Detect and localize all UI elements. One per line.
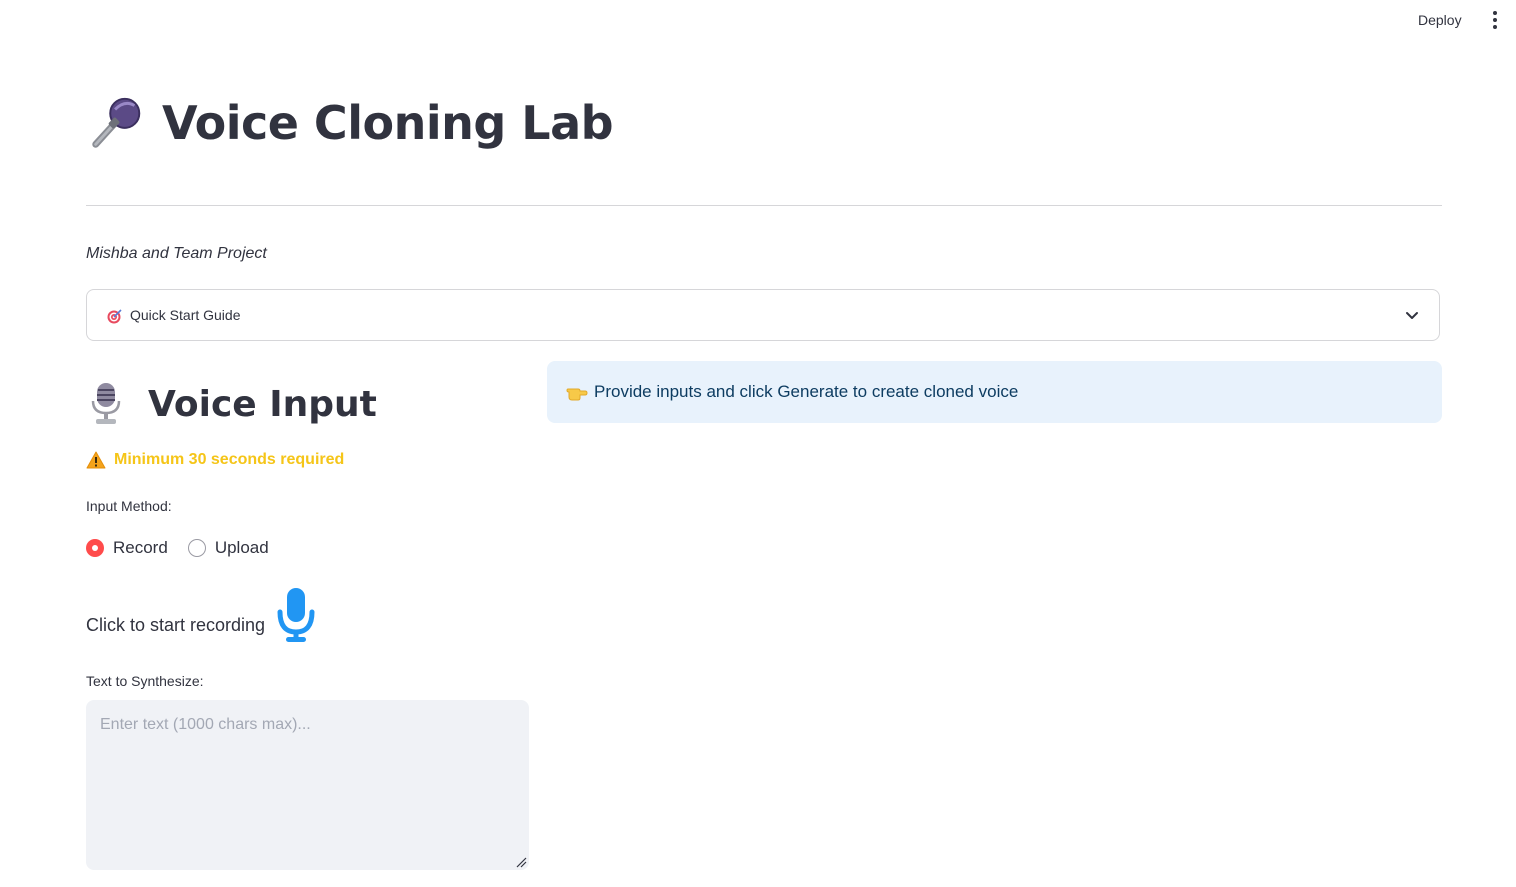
microphone-record-icon[interactable] (275, 586, 317, 644)
warning-icon (86, 451, 106, 469)
more-vertical-icon[interactable] (1486, 9, 1504, 31)
text-synthesize-input[interactable] (86, 700, 529, 870)
resize-handle-icon[interactable] (515, 856, 527, 868)
quick-start-expander[interactable]: Quick Start Guide (86, 289, 1440, 341)
pointing-hand-icon (566, 388, 588, 401)
top-bar: Deploy (0, 0, 1516, 40)
expander-label: Quick Start Guide (130, 307, 241, 323)
studio-microphone-icon (91, 383, 121, 424)
project-subtitle: Mishba and Team Project (86, 245, 267, 262)
radio-record-indicator[interactable] (86, 539, 104, 557)
radio-record[interactable]: Record (86, 538, 168, 558)
radio-record-label: Record (113, 538, 168, 557)
divider (86, 205, 1442, 206)
voice-input-header: Voice Input (86, 379, 377, 429)
input-method-radio-group: Record Upload (86, 536, 289, 560)
radio-upload-label: Upload (214, 538, 269, 557)
chevron-down-icon (1406, 312, 1418, 319)
radio-upload-indicator[interactable] (187, 539, 206, 557)
info-text: Provide inputs and click Generate to cre… (594, 382, 1019, 401)
warning-text: Minimum 30 seconds required (114, 451, 345, 468)
radio-upload[interactable]: Upload (187, 538, 269, 558)
page-header: Voice Cloning Lab (86, 92, 614, 154)
microphone-icon (92, 97, 141, 148)
input-method-label: Input Method: (86, 498, 172, 514)
page-title: Voice Cloning Lab (162, 96, 614, 150)
deploy-button[interactable]: Deploy (1406, 8, 1474, 32)
record-prompt: Click to start recording (86, 614, 266, 635)
recorder: Click to start recording (86, 585, 317, 645)
text-synthesize-label: Text to Synthesize: (86, 673, 204, 689)
target-icon (107, 309, 122, 324)
info-alert: Provide inputs and click Generate to cre… (547, 361, 1442, 423)
warning-message: Minimum 30 seconds required (86, 449, 344, 471)
voice-input-heading: Voice Input (148, 383, 377, 425)
